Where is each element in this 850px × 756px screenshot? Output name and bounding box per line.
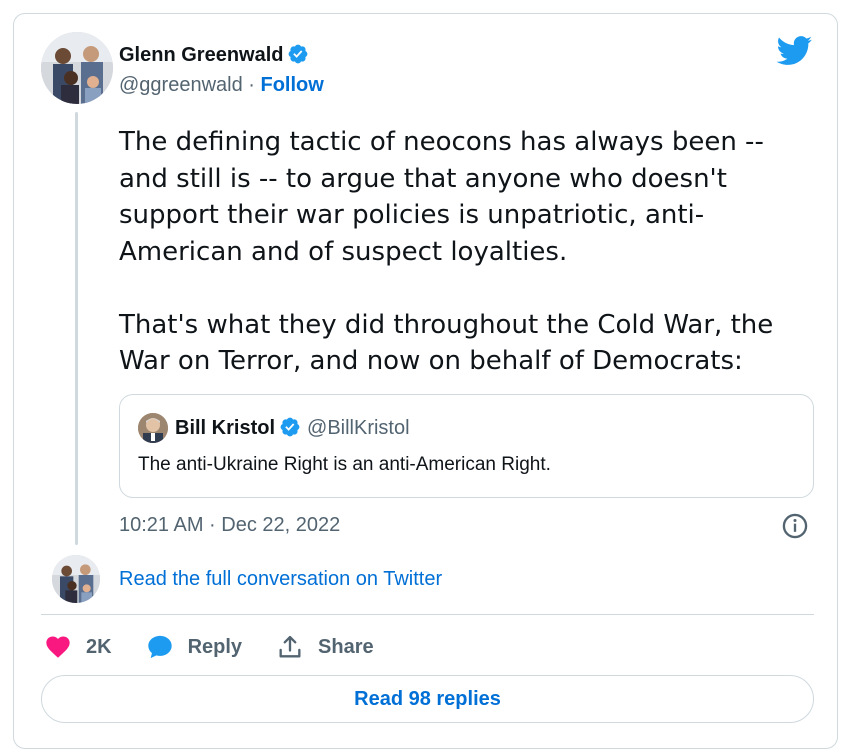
- share-label: Share: [318, 635, 374, 658]
- quoted-tweet[interactable]: Bill Kristol @BillKristol The anti-Ukrain…: [119, 394, 814, 498]
- heart-icon: [46, 636, 70, 658]
- read-full-conversation-link[interactable]: Read the full conversation on Twitter: [119, 568, 442, 591]
- quoted-author: Bill Kristol @BillKristol: [175, 416, 410, 440]
- speech-bubble-icon: [147, 635, 172, 659]
- tweet-timestamp[interactable]: 10:21 AM · Dec 22, 2022: [119, 514, 340, 537]
- action-bar: 2K Reply Share: [44, 632, 408, 662]
- info-icon[interactable]: [781, 512, 809, 540]
- author-avatar[interactable]: [41, 32, 113, 104]
- portrait-avatar-icon: [138, 413, 168, 443]
- verified-badge-icon: [289, 44, 308, 64]
- verified-badge-icon: [280, 417, 300, 437]
- separator: ·: [242, 74, 261, 96]
- quoted-tweet-text: The anti-Ukraine Right is an anti-Americ…: [138, 454, 551, 475]
- read-replies-button[interactable]: Read 98 replies: [41, 675, 814, 723]
- quoted-author-avatar: [138, 413, 168, 443]
- author-handle-row: @ggreenwald · Follow: [119, 74, 324, 97]
- share-button[interactable]: Share: [276, 633, 374, 661]
- author-handle[interactable]: @ggreenwald: [119, 74, 243, 96]
- share-upload-icon: [279, 635, 301, 658]
- quoted-author-handle: @BillKristol: [307, 417, 410, 439]
- group-photo-avatar-icon: [52, 555, 100, 603]
- divider: [41, 614, 814, 615]
- tweet-embed-card: Glenn Greenwald @ggreenwald · Follow The…: [13, 13, 838, 749]
- twitter-bird-icon[interactable]: [776, 36, 813, 66]
- reply-label: Reply: [187, 635, 243, 658]
- tweet-text: The defining tactic of neocons has alway…: [119, 127, 774, 376]
- quoted-author-name: Bill Kristol: [175, 417, 276, 439]
- reply-button[interactable]: Reply: [146, 633, 242, 661]
- conversation-avatar[interactable]: [52, 555, 100, 603]
- like-button[interactable]: 2K: [44, 633, 112, 661]
- group-photo-avatar-icon: [41, 32, 113, 104]
- thread-line: [75, 112, 78, 545]
- like-count: 2K: [86, 635, 112, 658]
- author-name[interactable]: Glenn Greenwald: [119, 43, 309, 67]
- follow-button[interactable]: Follow: [261, 74, 324, 96]
